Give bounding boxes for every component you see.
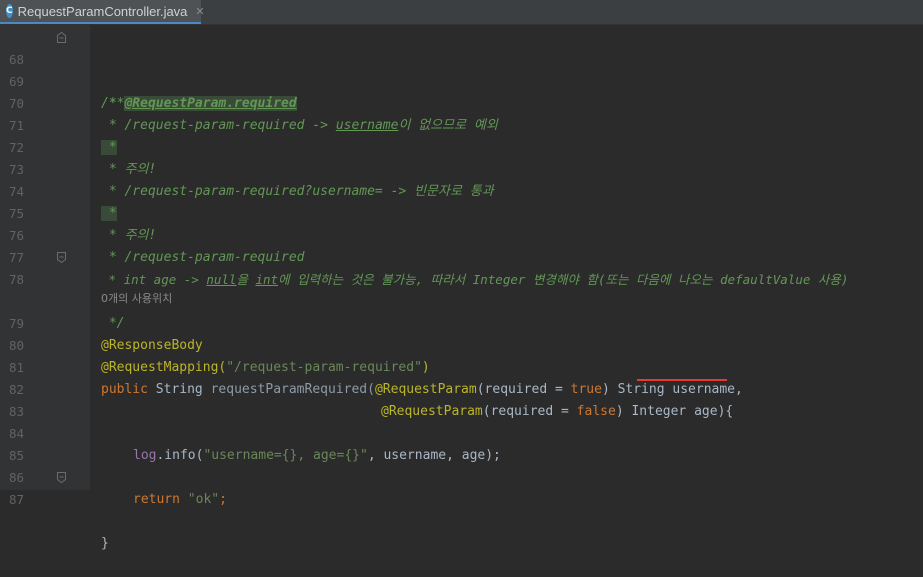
tab-request-param-controller[interactable]: C RequestParamController.java ✕: [0, 0, 205, 24]
java-class-icon: C: [6, 4, 13, 18]
keyword: return: [133, 492, 188, 507]
code-text: ;: [219, 492, 227, 507]
fold-icon[interactable]: [57, 252, 66, 263]
code-line-82: 82 @RequestParam(required = false) Integ…: [0, 357, 923, 419]
code-line-85: 85: [0, 423, 923, 463]
close-icon[interactable]: ✕: [195, 5, 204, 18]
closing-brace: }: [101, 536, 109, 551]
code-line-70: 70 * /request-param-required -> username…: [0, 71, 923, 133]
code-line-68: 68 /**: [0, 27, 923, 111]
code-line-73: 73 * /request-param-required?username= -…: [0, 137, 923, 199]
code-line-79: 79 @ResponseBody: [0, 291, 923, 353]
code-line-75: 75 * 주의!: [0, 181, 923, 243]
code-line-72: 72 * 주의!: [0, 115, 923, 177]
code-line-76: 76 * /request-param-required: [0, 203, 923, 265]
code-line-83: 83: [0, 379, 923, 419]
fold-icon[interactable]: [57, 32, 66, 43]
string-literal: "ok": [187, 492, 220, 507]
code-line-87: 87 }: [0, 467, 923, 551]
editor-tab-bar: C RequestParamController.java ✕: [0, 0, 923, 25]
line-number: 87: [8, 492, 24, 507]
fold-icon[interactable]: [57, 472, 66, 483]
code-line-84: 84 log.info("username={}, age={}", usern…: [0, 401, 923, 463]
code-line-81: 81 public String requestParamRequired(@R…: [0, 335, 923, 397]
code-line-74: 74 *: [0, 159, 923, 221]
code-line-69: 69 * @RequestParam.required: [0, 49, 923, 111]
tab-title: RequestParamController.java: [17, 3, 188, 19]
usage-hint-line: 0개의 사용위치: [0, 269, 923, 305]
code-line-78: 78 */: [0, 247, 923, 331]
code-line-71: 71 *: [0, 93, 923, 155]
code-line-86: 86 return "ok";: [0, 445, 923, 507]
code-line-80: 80 @RequestMapping("/request-param-requi…: [0, 313, 923, 375]
code-line-77: 77 * int age -> null을 int에 입력하는 것은 불가능, …: [0, 225, 923, 287]
